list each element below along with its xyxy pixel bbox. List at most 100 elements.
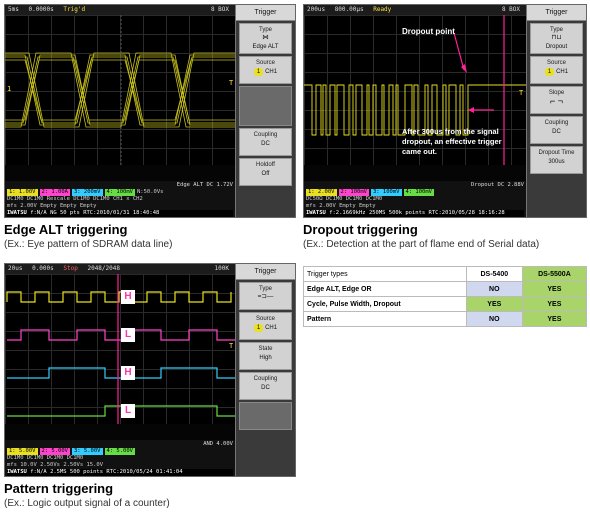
- ch3-coupling: DC1M0: [345, 196, 363, 202]
- channel-extra-row: mfs 10.0V 2.50Vs 2.50Vs 15.0V: [7, 462, 233, 469]
- ch1-badge-icon: 1: [253, 68, 264, 76]
- svg-text:1: 1: [7, 85, 11, 93]
- slope-icon: ⌐ ¬: [549, 96, 563, 106]
- ch1-badge-icon: 1: [253, 324, 264, 332]
- trigger-status-line: Dropout DC 2.88V: [471, 182, 524, 188]
- math-expr: CH1 x CH2: [112, 196, 143, 202]
- scope-topbar: 20us 0.000s Stop 2048/2048 100K: [5, 264, 235, 274]
- dropout-point-annotation: Dropout point: [402, 27, 455, 36]
- row-ds5400-value: YES: [465, 296, 523, 312]
- brand-logo: IWATSU: [306, 210, 326, 216]
- trigger-source-button[interactable]: Source 1 CH1: [239, 312, 292, 340]
- channel-scale-row: 1: 5.00V 2: 5.00V 3: 5.00V 4: 5.00V: [7, 448, 233, 455]
- trigger-type-button[interactable]: Type ⊓⊔ Dropout: [530, 23, 583, 54]
- type-value: Edge ALT: [252, 44, 279, 50]
- menu-title: Trigger: [236, 5, 295, 21]
- ch1-scale: 1: 5.00V: [7, 448, 38, 455]
- ch3-coupling: DC1M0: [46, 455, 64, 461]
- extra-5: Empty: [79, 203, 97, 209]
- extra-3: 2.50Vs: [40, 462, 60, 468]
- svg-text:T: T: [229, 342, 234, 350]
- trigger-comparison-table: Trigger types DS-5400 DS-5500A Edge ALT,…: [303, 266, 588, 327]
- acq-mode: 8 BOX: [210, 6, 229, 13]
- waveform-screen: 200us 800.00μs Ready 8 BOX T Dropout poi…: [304, 5, 528, 217]
- extra-1: mfs: [7, 203, 17, 209]
- sample-rate: 2.5MS 500 points: [50, 469, 104, 475]
- caption-edge-alt-sub: (Ex.: Eye pattern of SDRAM data line): [4, 239, 173, 250]
- row-ds5500a-value: YES: [521, 311, 588, 327]
- pattern-mark-ch2: L: [121, 328, 135, 342]
- trigger-type-button[interactable]: Type =⊐—: [239, 282, 292, 310]
- slope-button[interactable]: Slope ⌐ ¬: [530, 86, 583, 114]
- extra-1: mfs: [7, 462, 17, 468]
- dropout-time-value: 300us: [548, 159, 565, 165]
- row-label: Cycle, Pulse Width, Dropout: [303, 296, 467, 312]
- extra-2: 2.00V: [319, 203, 336, 209]
- coupling-value: DC: [261, 385, 270, 391]
- ch1-coupling: DC1M0: [7, 196, 24, 202]
- source-value: CH1: [556, 69, 569, 75]
- extra-5: 15.0V: [86, 462, 104, 468]
- header-ds5400: DS-5400: [465, 266, 523, 282]
- delay-label: 0.0000s: [28, 6, 54, 13]
- waveform-grid: T Dropout point After 300us from the sig…: [304, 15, 528, 165]
- ch1-coupling: DC50Ω: [306, 196, 323, 202]
- channel-coupling-row: DC1M0 DC1M0 Rescale DC1M0 DC1M0 CH1 x CH…: [7, 196, 233, 203]
- svg-text:T: T: [519, 89, 524, 97]
- ch3-coupling: DC1M0: [73, 196, 90, 202]
- waveform-screen: 20us 0.000s Stop 2048/2048 100K T H L H …: [5, 264, 235, 476]
- ch2-scale: 2: 5.00V: [39, 448, 70, 455]
- pattern-mark-ch1: H: [121, 290, 135, 304]
- type-label: Type: [258, 286, 272, 292]
- ch4-scale: 4: 5.00V: [104, 448, 135, 455]
- frequency-readout: f:2.1669kHz: [329, 210, 366, 216]
- ch3-scale: 3: 100mV: [371, 189, 402, 196]
- state-button[interactable]: State High: [239, 342, 292, 370]
- trigger-type-button[interactable]: Type ⋈ Edge ALT: [239, 23, 292, 54]
- timebase-label: 20us: [8, 265, 23, 272]
- coupling-value: DC: [552, 129, 561, 135]
- dropout-icon: ⊓⊔: [551, 34, 562, 41]
- menu-title: Trigger: [527, 5, 586, 21]
- blank-menu-slot: [239, 402, 292, 430]
- brand-logo: IWATSU: [7, 210, 27, 216]
- trigger-menu: Trigger Type ⊓⊔ Dropout Source 1 CH1 Slo…: [526, 5, 586, 217]
- state-label: State: [258, 346, 273, 352]
- timebase-label: 200us: [307, 6, 326, 13]
- trigger-status-line: Edge ALT DC 1.72V: [176, 182, 233, 188]
- scope-dropout: 200us 800.00μs Ready 8 BOX T Dropout poi…: [303, 4, 587, 218]
- svg-text:T: T: [229, 79, 234, 87]
- dropout-time-button[interactable]: Dropout Time 300us: [530, 146, 583, 174]
- ch3-scale: 3: 200mV: [72, 189, 103, 196]
- type-value: Dropout: [545, 44, 568, 50]
- waveform-grid: T H L H L: [5, 274, 235, 424]
- caption-dropout-sub: (Ex.: Detection at the part of flame end…: [303, 239, 540, 250]
- ch4-scale: 4: 100mV: [403, 189, 434, 196]
- extra-3: Empty: [339, 203, 356, 209]
- header-trigger-types: Trigger types: [303, 266, 467, 282]
- channel-extra-row: mfs 2.00V Empty Empty Empty: [7, 203, 233, 210]
- dropout-time-label: Dropout Time: [538, 150, 575, 156]
- ch4-scale: 4: 100mV: [104, 189, 135, 196]
- holdoff-button[interactable]: Holdoff Off: [239, 158, 292, 186]
- source-label: Source: [255, 316, 275, 322]
- state-value: High: [259, 355, 272, 361]
- after-dropout-annotation: After 300us from the signal dropout, an …: [402, 127, 502, 156]
- caption-pattern-title: Pattern triggering: [4, 481, 114, 496]
- delay-label: 800.00μs: [334, 6, 364, 13]
- row-ds5500a-value: YES: [521, 281, 588, 297]
- trigger-source-button[interactable]: Source 1 CH1: [530, 56, 583, 84]
- memory-count: 2048/2048: [87, 265, 120, 272]
- channel-coupling-row: DC1M0 DC1M0 DC1M0 DC1M0: [7, 455, 233, 462]
- brand-logo: IWATSU: [7, 469, 27, 475]
- trigger-coupling-button[interactable]: Coupling DC: [239, 128, 292, 156]
- ch1-scale: 1: 1.00V: [7, 189, 38, 196]
- trigger-coupling-button[interactable]: Coupling DC: [239, 372, 292, 400]
- ch1-coupling: DC1M0: [7, 455, 24, 461]
- trigger-coupling-button[interactable]: Coupling DC: [530, 116, 583, 144]
- coupling-value: DC: [261, 141, 270, 147]
- frequency-readout: f:N/A: [30, 210, 47, 216]
- trigger-source-button[interactable]: Source 1 CH1: [239, 56, 292, 84]
- source-label: Source: [546, 60, 566, 66]
- row-ds5500a-value: YES: [521, 296, 588, 312]
